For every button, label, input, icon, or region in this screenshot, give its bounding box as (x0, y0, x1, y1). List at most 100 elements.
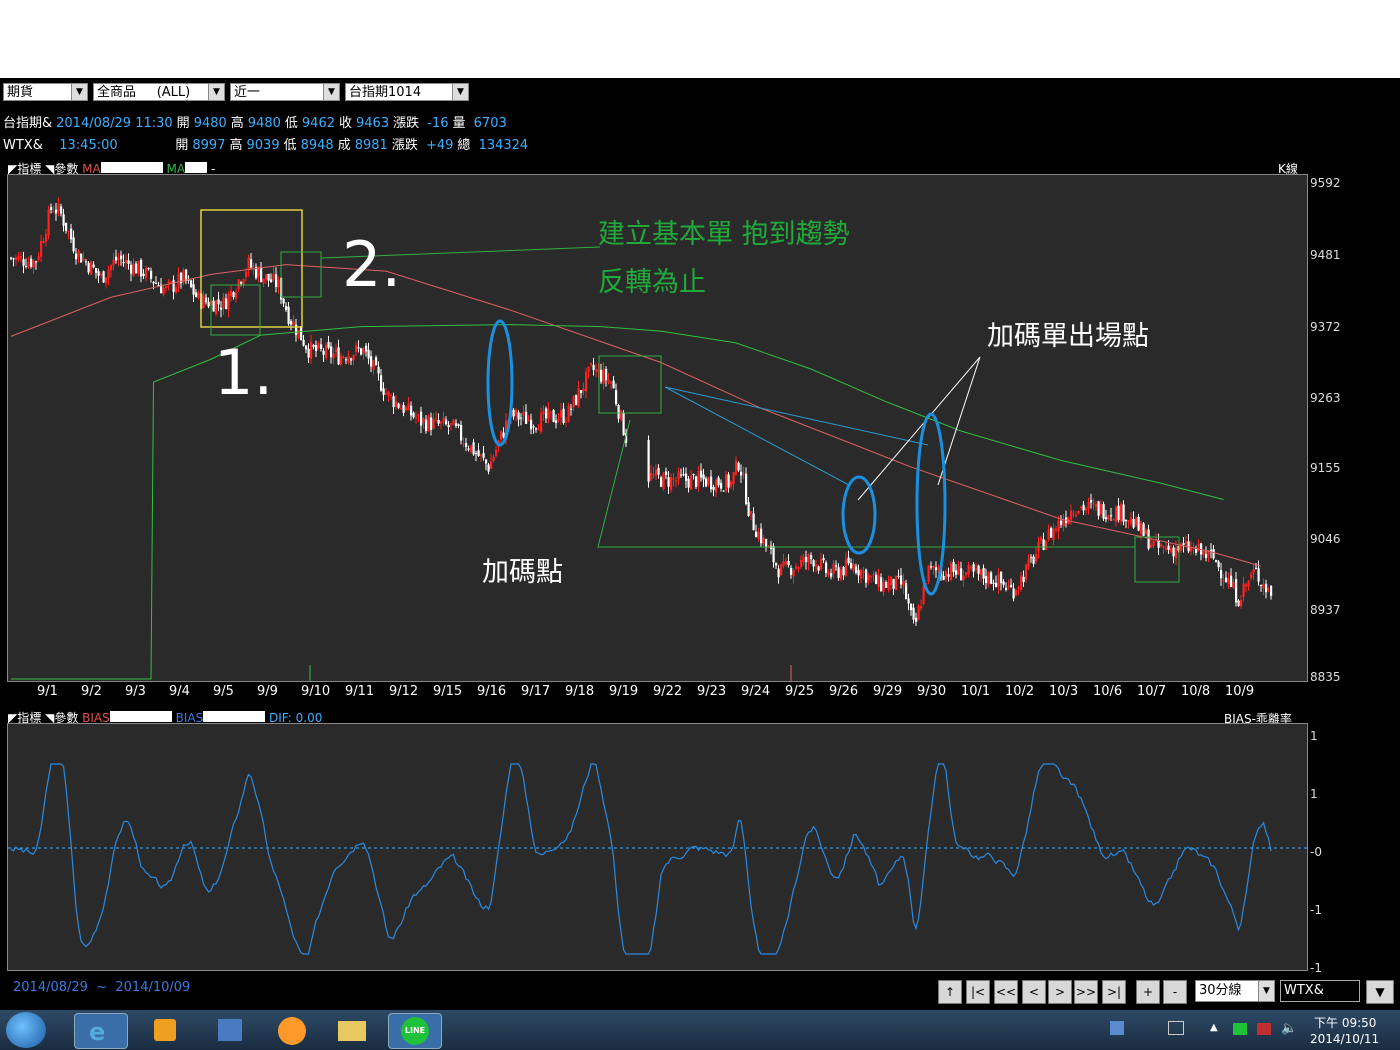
candle-body (1110, 515, 1113, 517)
app-button[interactable] (204, 1013, 256, 1047)
candle-body (535, 428, 538, 430)
candle-body (900, 575, 903, 585)
chevron-down-icon[interactable]: ▼ (452, 84, 468, 100)
network-tray-icon[interactable] (1257, 1023, 1271, 1035)
product-select[interactable]: 全商品 (ALL) ▼ (93, 83, 225, 101)
candle-body (417, 414, 420, 417)
media-button[interactable] (140, 1013, 192, 1047)
candle-body (1267, 588, 1270, 590)
candle-body (995, 582, 998, 588)
nav-button[interactable]: > (1048, 980, 1072, 1004)
clock-time[interactable]: 下午 09:50 (1314, 1014, 1376, 1031)
nav-button[interactable]: - (1163, 980, 1187, 1004)
candle-body (490, 461, 493, 469)
candle-body (582, 388, 585, 392)
candle-body (712, 486, 715, 491)
period-select[interactable]: 近一 ▼ (230, 83, 340, 101)
candle-body (1265, 583, 1268, 593)
bias-tick-label: 1 (1310, 729, 1318, 743)
candle-body (745, 473, 748, 504)
candle-body (172, 280, 175, 292)
candle-body (572, 395, 575, 408)
candle-body (820, 558, 823, 570)
candle-body (530, 419, 533, 430)
chevron-down-icon[interactable]: ▼ (208, 84, 224, 100)
candle-body (292, 321, 295, 326)
candle-body (52, 211, 55, 213)
candle-body (907, 598, 910, 604)
tray-arrow-icon[interactable]: ▲ (1210, 1022, 1218, 1033)
candle-body (872, 574, 875, 576)
date-tick-label: 9/9 (257, 684, 278, 699)
candle-body (785, 561, 788, 565)
line-button[interactable]: LINE (388, 1013, 442, 1049)
nav-button[interactable]: + (1136, 980, 1160, 1004)
candle-body (685, 473, 688, 481)
ie-button[interactable]: e (74, 1013, 128, 1049)
candle-body (912, 607, 915, 620)
nav-button[interactable]: >| (1102, 980, 1126, 1004)
keyboard-icon[interactable] (1168, 1021, 1184, 1035)
candle-body (740, 471, 743, 476)
candle-body (755, 531, 758, 538)
folder-button[interactable] (326, 1013, 378, 1047)
candle-body (440, 421, 443, 424)
chevron-down-icon[interactable]: ▼ (323, 84, 339, 100)
candle-body (555, 420, 558, 423)
line-tray-icon[interactable] (1233, 1023, 1247, 1035)
candle-body (915, 617, 918, 622)
dropdown-button[interactable]: ▼ (1366, 980, 1394, 1004)
candle-body (1080, 506, 1083, 508)
candle-body (1090, 499, 1093, 503)
chevron-down-icon[interactable]: ▼ (71, 84, 87, 100)
candle-body (817, 566, 820, 571)
chat-icon (278, 1017, 306, 1045)
bias-line (10, 763, 1272, 955)
clock-date[interactable]: 2014/10/11 (1310, 1032, 1379, 1046)
nav-button[interactable]: >> (1074, 980, 1098, 1004)
candle-body (425, 419, 428, 432)
nav-button[interactable]: |< (966, 980, 990, 1004)
candle-body (1165, 547, 1168, 550)
candle-body (32, 260, 35, 268)
candle-body (477, 450, 480, 457)
chevron-down-icon[interactable]: ▼ (1258, 981, 1274, 1001)
date-tick-label: 10/2 (1005, 684, 1035, 699)
candle-body (12, 258, 15, 260)
chat-button[interactable] (266, 1013, 318, 1047)
candle-body (612, 380, 615, 389)
candle-body (802, 556, 805, 563)
candle-body (1115, 506, 1118, 522)
contract-select[interactable]: 台指期1014 ▼ (345, 83, 469, 101)
candle-body (1002, 581, 1005, 585)
symbol-input[interactable]: WTX& (1280, 980, 1360, 1002)
candle-body (1237, 600, 1240, 606)
candle-body (305, 345, 308, 350)
nav-button[interactable]: < (1022, 980, 1046, 1004)
candle-body (387, 391, 390, 396)
candle-body (217, 299, 220, 305)
start-button[interactable] (6, 1012, 46, 1048)
candle-body (370, 356, 373, 367)
candle-body (77, 250, 80, 257)
candle-body (1097, 501, 1100, 516)
bias-panel[interactable] (7, 723, 1308, 971)
candle-body (22, 259, 25, 266)
scroll-up-button[interactable]: ↑ (938, 980, 962, 1004)
candle-body (622, 412, 625, 436)
date-tick-label: 9/24 (741, 684, 771, 699)
candle-body (90, 261, 93, 275)
nav-button[interactable]: << (994, 980, 1018, 1004)
candle-body (1152, 540, 1155, 547)
market-select[interactable]: 期貨 ▼ (3, 83, 88, 101)
price-tick-label: 9155 (1310, 461, 1341, 476)
volume-icon[interactable]: 🔈 (1281, 1021, 1297, 1036)
candle-body (1142, 523, 1145, 536)
candle-body (442, 418, 445, 423)
candle-body (657, 467, 660, 475)
candle-body (762, 537, 765, 545)
tray-app-icon[interactable] (1110, 1021, 1124, 1035)
candle-body (1185, 541, 1188, 544)
candle-body (107, 269, 110, 279)
interval-select[interactable]: 30分線 ▼ (1195, 980, 1275, 1002)
